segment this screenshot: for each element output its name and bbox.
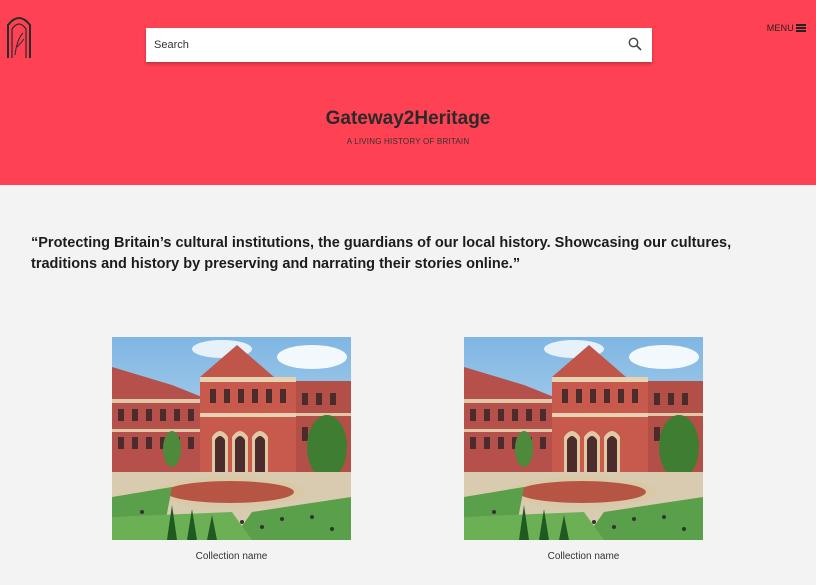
collection-caption[interactable]: Collection name [464, 551, 703, 562]
museum-courtyard-photo[interactable] [112, 337, 351, 540]
search-icon[interactable] [628, 37, 642, 51]
museum-courtyard-photo[interactable] [464, 337, 703, 540]
menu-label: MENU [766, 23, 794, 33]
collection-caption[interactable]: Collection name [112, 551, 351, 562]
hero-banner: MENU Gateway2Heritage A LIVING HISTORY O… [0, 0, 816, 185]
search-bar [146, 28, 652, 62]
collection-card[interactable]: Collection name [464, 337, 703, 562]
menu-button[interactable]: MENU [767, 23, 806, 33]
site-title: Gateway2Heritage [325, 108, 491, 129]
search-input[interactable] [146, 28, 616, 62]
site-tagline: A LIVING HISTORY OF BRITAIN [346, 137, 470, 146]
collection-card[interactable]: Collection name [112, 337, 351, 562]
heritage-logo-icon[interactable] [6, 9, 32, 59]
hamburger-icon [796, 24, 806, 32]
mission-quote: “Protecting Britain’s cultural instituti… [31, 235, 732, 272]
